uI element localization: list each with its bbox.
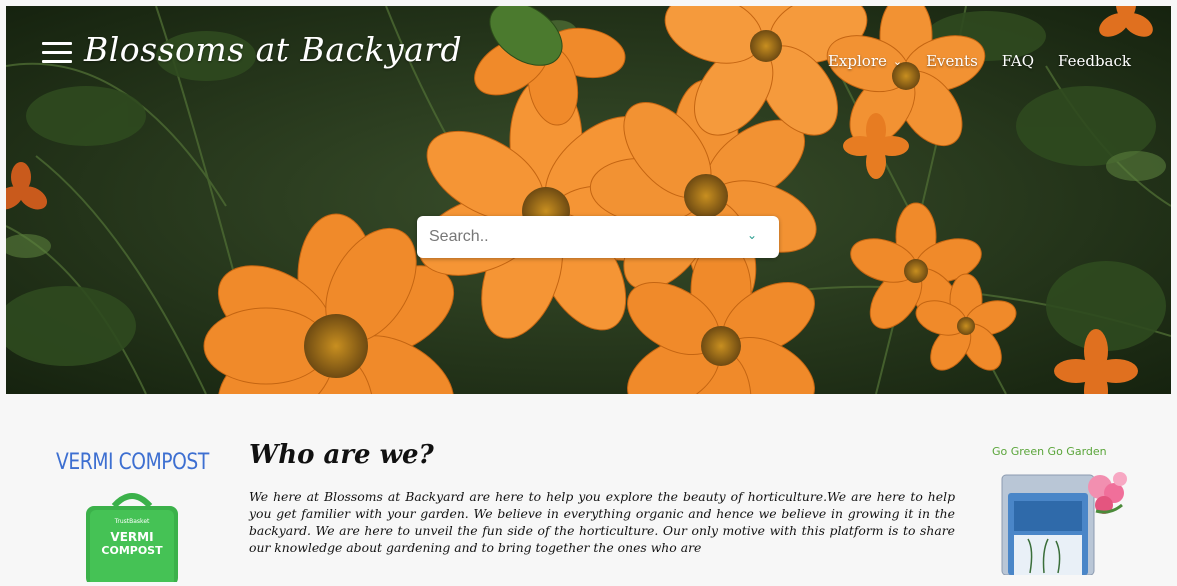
about-paragraph: We here at Blossoms at Backyard are here…	[249, 489, 955, 555]
nav-events[interactable]: Events	[926, 52, 978, 70]
chevron-down-icon[interactable]: ⌄	[747, 228, 757, 242]
about-section: Who are we? We here at Blossoms at Backy…	[249, 440, 955, 556]
ad-title: Go Green Go Garden	[992, 445, 1107, 458]
nav-feedback[interactable]: Feedback	[1058, 52, 1131, 70]
nav-links: Explore ⌄ Events FAQ Feedback	[828, 52, 1131, 70]
nav-explore-label: Explore	[827, 52, 887, 70]
site-brand[interactable]: Blossoms at Backyard	[84, 30, 462, 69]
compost-bag-image: TrustBasket VERMI COMPOST	[76, 492, 188, 586]
search-box: ⌄	[417, 216, 779, 258]
fertilizer-pack-image	[1000, 465, 1130, 576]
go-green-ad[interactable]: Go Green Go Garden	[980, 445, 1130, 576]
bag-line2: COMPOST	[101, 544, 163, 557]
top-navbar: Blossoms at Backyard Explore ⌄ Events FA…	[6, 6, 1171, 106]
hero-banner: Blossoms at Backyard Explore ⌄ Events FA…	[6, 6, 1171, 394]
ad-title: VERMI COMPOST	[56, 450, 209, 475]
vermi-compost-ad[interactable]: VERMI COMPOST TrustBasket VERMI COMPOST	[56, 450, 216, 586]
nav-explore[interactable]: Explore ⌄	[828, 52, 902, 70]
search-input[interactable]	[417, 216, 729, 258]
bag-brand: TrustBasket	[114, 518, 150, 525]
about-heading: Who are we?	[249, 440, 434, 470]
chevron-down-icon: ⌄	[892, 54, 903, 68]
nav-faq[interactable]: FAQ	[1002, 52, 1034, 70]
bag-line1: VERMI	[110, 530, 154, 544]
hamburger-menu-icon[interactable]	[42, 40, 72, 66]
